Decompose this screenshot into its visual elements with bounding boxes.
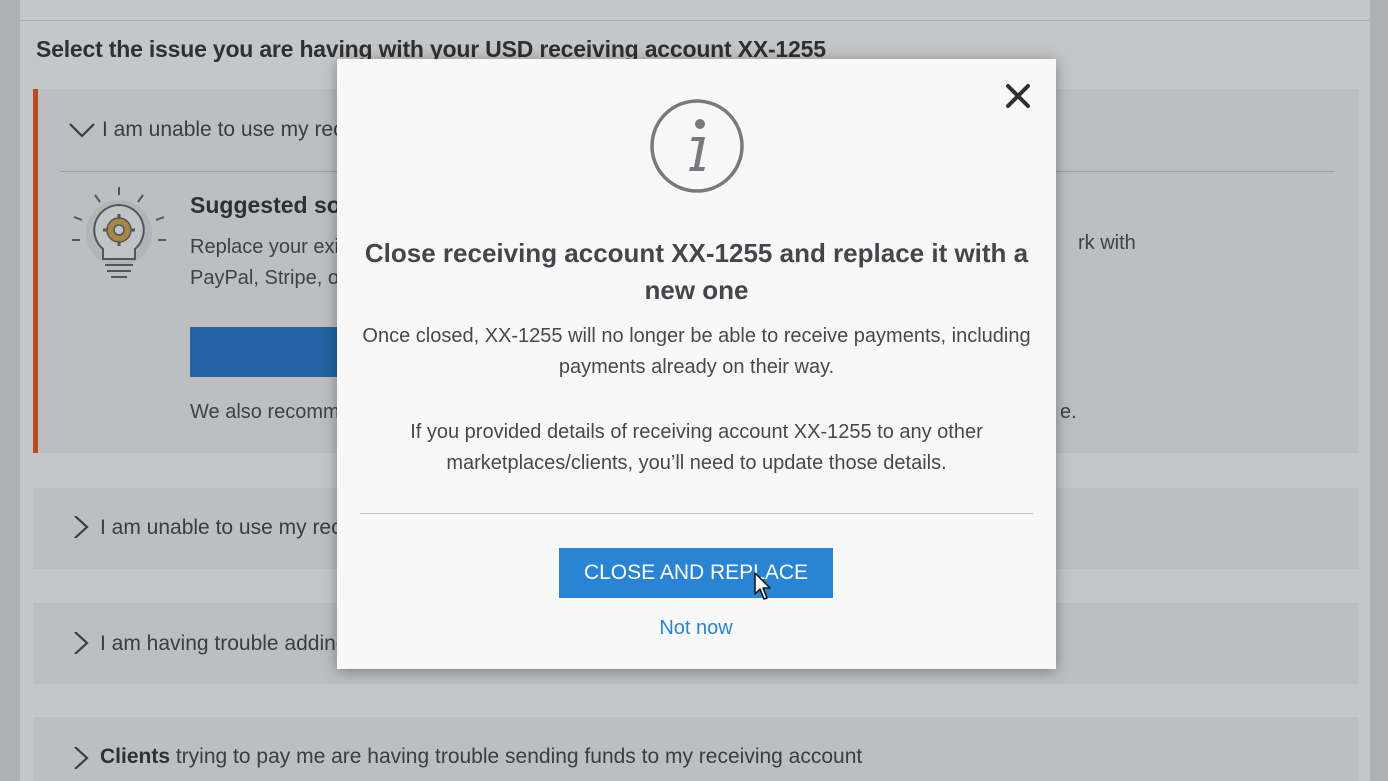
info-icon [650, 99, 744, 193]
close-account-modal: Close receiving account XX-1255 and repl… [337, 59, 1056, 669]
close-and-replace-button[interactable]: CLOSE AND REPLACE [559, 548, 833, 598]
modal-divider [360, 513, 1033, 514]
close-icon[interactable] [1003, 81, 1033, 111]
modal-title: Close receiving account XX-1255 and repl… [364, 238, 1029, 305]
not-now-link[interactable]: Not now [596, 617, 796, 640]
modal-paragraph-1: Once closed, XX-1255 will no longer be a… [362, 325, 1031, 378]
mouse-cursor-icon [754, 572, 771, 600]
modal-paragraph-2: If you provided details of receiving acc… [410, 421, 983, 474]
